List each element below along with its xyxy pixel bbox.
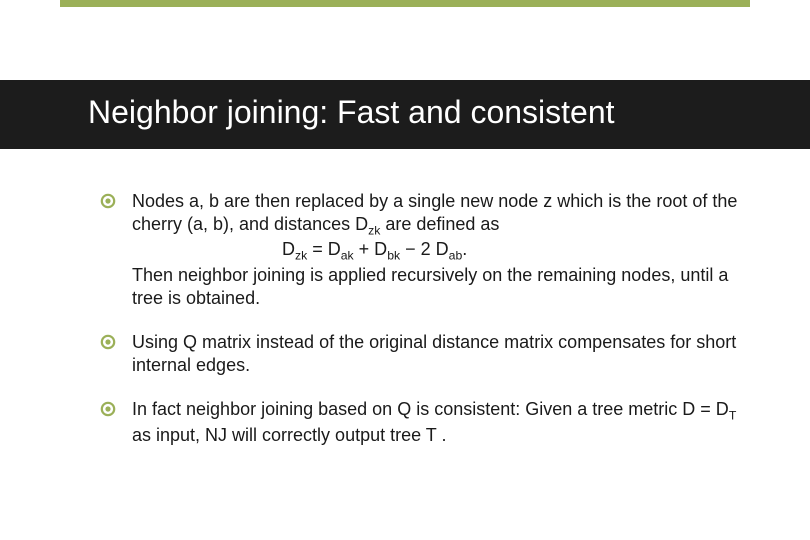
subscript: zk bbox=[295, 249, 307, 263]
text-run: are defined as bbox=[380, 214, 499, 234]
text-run: − 2 D bbox=[400, 239, 449, 259]
bullet-icon bbox=[100, 193, 116, 209]
slide-title: Neighbor joining: Fast and consistent bbox=[88, 94, 810, 131]
bullet-text: In fact neighbor joining based on Q is c… bbox=[132, 398, 750, 446]
text-run: + D bbox=[354, 239, 388, 259]
subscript: zk bbox=[368, 223, 380, 237]
bullet-item: Nodes a, b are then replaced by a single… bbox=[100, 190, 750, 309]
text-run: D bbox=[282, 239, 295, 259]
subscript: bk bbox=[387, 249, 400, 263]
slide: Neighbor joining: Fast and consistent No… bbox=[0, 0, 810, 540]
bullet-item: In fact neighbor joining based on Q is c… bbox=[100, 398, 750, 446]
formula: Dzk = Dak + Dbk − 2 Dab. bbox=[282, 239, 467, 259]
bullet-icon bbox=[100, 401, 116, 417]
text-run: . bbox=[462, 239, 467, 259]
text-run: = D bbox=[307, 239, 341, 259]
accent-bar bbox=[60, 0, 750, 7]
bullet-item: Using Q matrix instead of the original d… bbox=[100, 331, 750, 376]
bullet-text: Nodes a, b are then replaced by a single… bbox=[132, 190, 750, 309]
subscript: ak bbox=[341, 249, 354, 263]
bullet-icon bbox=[100, 334, 116, 350]
bullet-text: Using Q matrix instead of the original d… bbox=[132, 331, 750, 376]
subscript: ab bbox=[449, 249, 463, 263]
text-run: as input, NJ will correctly output tree … bbox=[132, 425, 446, 445]
title-band: Neighbor joining: Fast and consistent bbox=[0, 80, 810, 149]
content-area: Nodes a, b are then replaced by a single… bbox=[100, 190, 750, 469]
text-run: In fact neighbor joining based on Q is c… bbox=[132, 399, 729, 419]
text-run: Using Q matrix instead of the original d… bbox=[132, 332, 736, 375]
text-run: Then neighbor joining is applied recursi… bbox=[132, 265, 728, 308]
subscript: T bbox=[729, 409, 736, 423]
